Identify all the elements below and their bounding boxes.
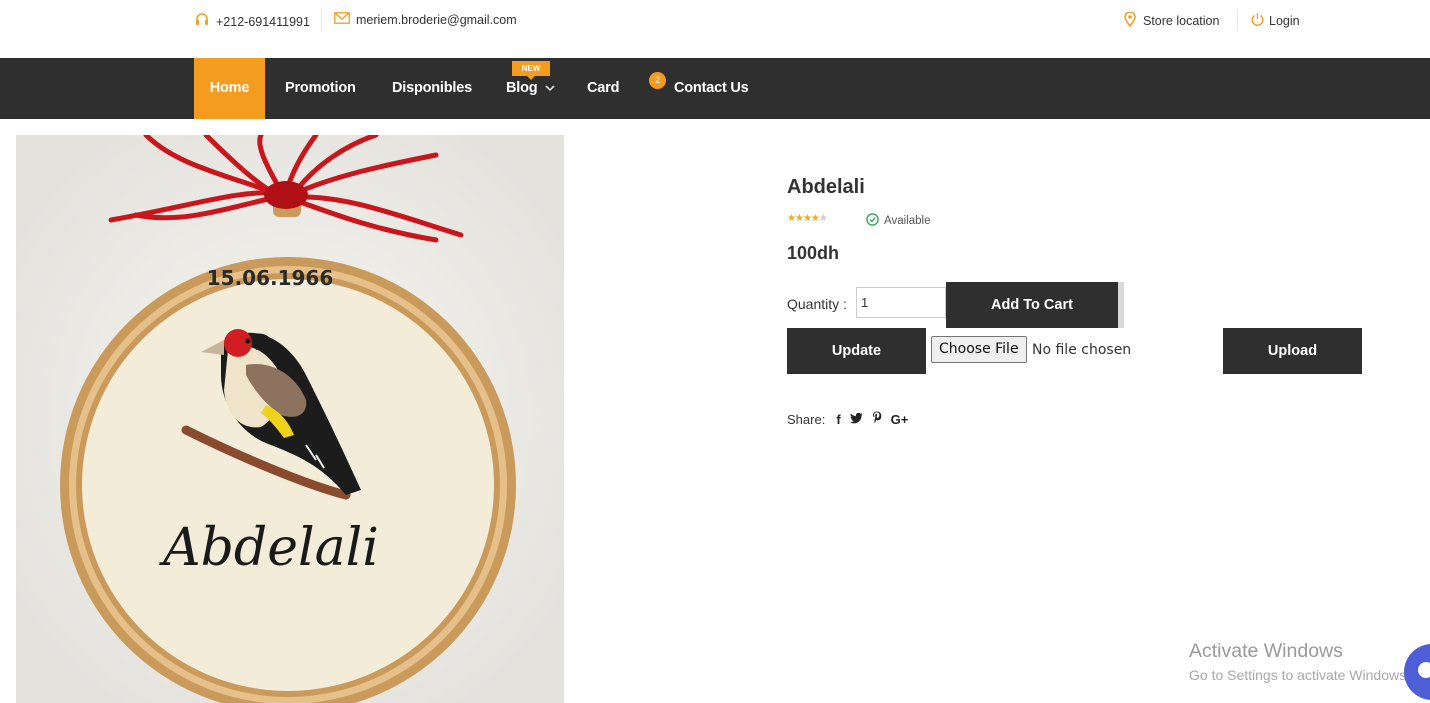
facebook-icon[interactable]: f	[836, 412, 840, 427]
image-name-text: Abdelali	[159, 518, 379, 578]
google-plus-icon[interactable]: G+	[891, 412, 909, 427]
divider	[1237, 9, 1238, 31]
twitter-icon[interactable]	[849, 412, 863, 427]
login-link[interactable]: Login	[1250, 12, 1300, 30]
share-bar: Share: f G+	[787, 411, 908, 427]
quantity-label: Quantity :	[787, 296, 847, 312]
divider	[321, 9, 322, 31]
nav-item-blog[interactable]: Blog	[506, 58, 555, 119]
login-label: Login	[1269, 14, 1300, 28]
chevron-down-icon	[545, 58, 555, 119]
nav-item-contact-us[interactable]: Contact Us	[674, 58, 749, 119]
add-to-cart-button[interactable]: Add To Cart	[946, 282, 1124, 328]
map-pin-icon	[1124, 11, 1136, 30]
upload-button[interactable]: Upload	[1223, 328, 1362, 374]
chat-icon	[1418, 662, 1430, 678]
activate-windows-title: Activate Windows	[1189, 640, 1343, 662]
store-location-label: Store location	[1143, 14, 1220, 28]
file-status-text: No file chosen	[1032, 342, 1132, 358]
share-label: Share:	[787, 411, 826, 427]
cart-count-badge: 2	[649, 72, 666, 89]
update-button[interactable]: Update	[787, 328, 926, 374]
quantity-input[interactable]	[856, 287, 946, 318]
headset-icon	[194, 12, 210, 31]
phone-number: +212-691411991	[216, 14, 310, 29]
nav-item-home[interactable]: Home	[194, 58, 265, 119]
store-location-link[interactable]: Store location	[1124, 11, 1220, 30]
email-address: meriem.broderie@gmail.com	[356, 12, 517, 27]
check-circle-icon	[866, 213, 879, 229]
star-icon: ★	[802, 213, 812, 224]
power-icon	[1250, 12, 1265, 30]
activate-windows-subtitle: Go to Settings to activate Windows.	[1189, 667, 1410, 683]
image-date-text: 15.06.1966	[207, 266, 334, 290]
envelope-icon	[334, 12, 350, 27]
choose-file-button[interactable]: Choose File	[931, 336, 1027, 363]
star-icon: ★	[794, 213, 804, 224]
star-icon: ★	[810, 213, 820, 224]
email-contact[interactable]: meriem.broderie@gmail.com	[334, 12, 517, 27]
product-price: 100dh	[787, 243, 840, 263]
nav-item-blog-label: Blog	[506, 80, 538, 96]
chat-widget-button[interactable]	[1404, 644, 1430, 700]
star-icon: ★	[787, 213, 796, 224]
phone-contact[interactable]: +212-691411991	[194, 12, 310, 31]
main-nav: Home Promotion Disponibles NEW Blog Card…	[0, 58, 1430, 119]
rating-stars: ★★★★★	[787, 213, 828, 224]
availability-status: Available	[866, 213, 930, 229]
star-empty-icon: ★	[818, 213, 828, 224]
top-bar: +212-691411991 meriem.broderie@gmail.com…	[0, 0, 1430, 40]
product-image: 15.06.1966 Abdelali	[16, 135, 564, 703]
nav-item-promotion[interactable]: Promotion	[285, 58, 356, 119]
availability-label: Available	[884, 215, 931, 227]
product-title: Abdelali	[787, 176, 865, 198]
nav-item-disponibles[interactable]: Disponibles	[392, 58, 472, 119]
nav-item-card[interactable]: Card	[587, 58, 619, 119]
pinterest-icon[interactable]	[872, 411, 882, 427]
